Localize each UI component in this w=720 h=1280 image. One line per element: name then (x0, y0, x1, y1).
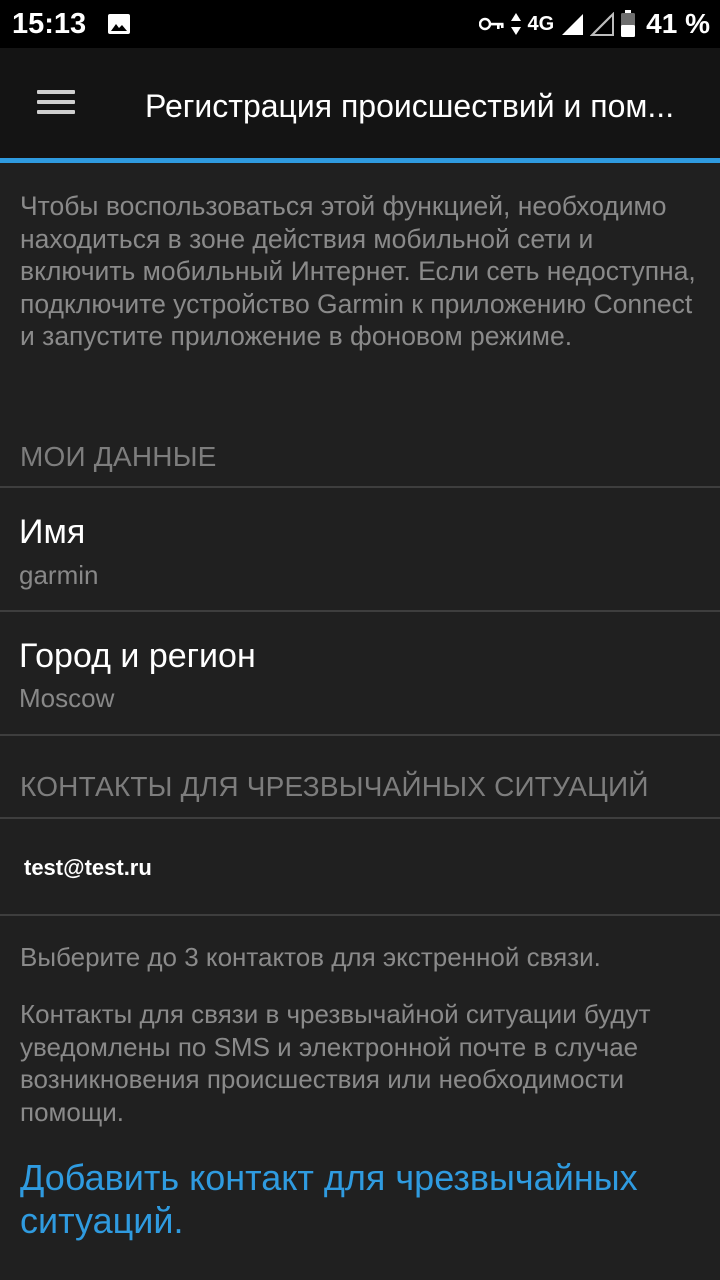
name-row[interactable]: Имя garmin (0, 488, 720, 610)
city-row[interactable]: Город и регион Moscow (0, 612, 720, 734)
menu-icon-bar (37, 110, 75, 114)
signal-icon (562, 14, 584, 35)
contact-row[interactable]: test@test.ru (0, 819, 720, 914)
vpn-key-icon (479, 17, 505, 31)
section-header-my-data: МОИ ДАННЫЕ (20, 441, 217, 472)
contacts-notify-hint: Контакты для связи в чрезвычайной ситуац… (20, 999, 651, 1127)
page-title: Регистрация происшествий и пом... (145, 88, 675, 124)
city-label: Город и регион (19, 637, 256, 675)
menu-icon-bar (37, 100, 75, 104)
status-time: 15:13 (12, 8, 87, 40)
signal-empty-icon (590, 12, 615, 36)
image-icon (108, 14, 130, 34)
intro-text: Чтобы воспользоваться этой функцией, нео… (20, 191, 696, 351)
city-value: Moscow (19, 683, 115, 713)
menu-button[interactable] (30, 84, 82, 124)
battery-icon (621, 10, 636, 37)
section-header-emergency-contacts: КОНТАКТЫ ДЛЯ ЧРЕЗВЫЧАЙНЫХ СИТУАЦИЙ (20, 771, 649, 802)
app-bar: Регистрация происшествий и пом... (0, 48, 720, 158)
contacts-limit-hint: Выберите до 3 контактов для экстренной с… (20, 942, 601, 972)
data-arrows-icon (511, 13, 522, 35)
name-label: Имя (19, 513, 86, 551)
add-emergency-contact-link[interactable]: Добавить контакт для чрезвычайных ситуац… (20, 1156, 710, 1242)
network-type: 4G (527, 13, 555, 35)
name-value: garmin (19, 560, 99, 590)
contact-email: test@test.ru (24, 855, 152, 880)
status-icons: 4G 41 % (479, 8, 710, 40)
divider (0, 734, 720, 736)
menu-icon-bar (37, 90, 75, 94)
battery-percent: 41 % (646, 8, 710, 39)
divider (0, 914, 720, 916)
app-bar-accent-line (0, 158, 720, 163)
status-bar: 15:13 4G 41 % (0, 0, 720, 48)
